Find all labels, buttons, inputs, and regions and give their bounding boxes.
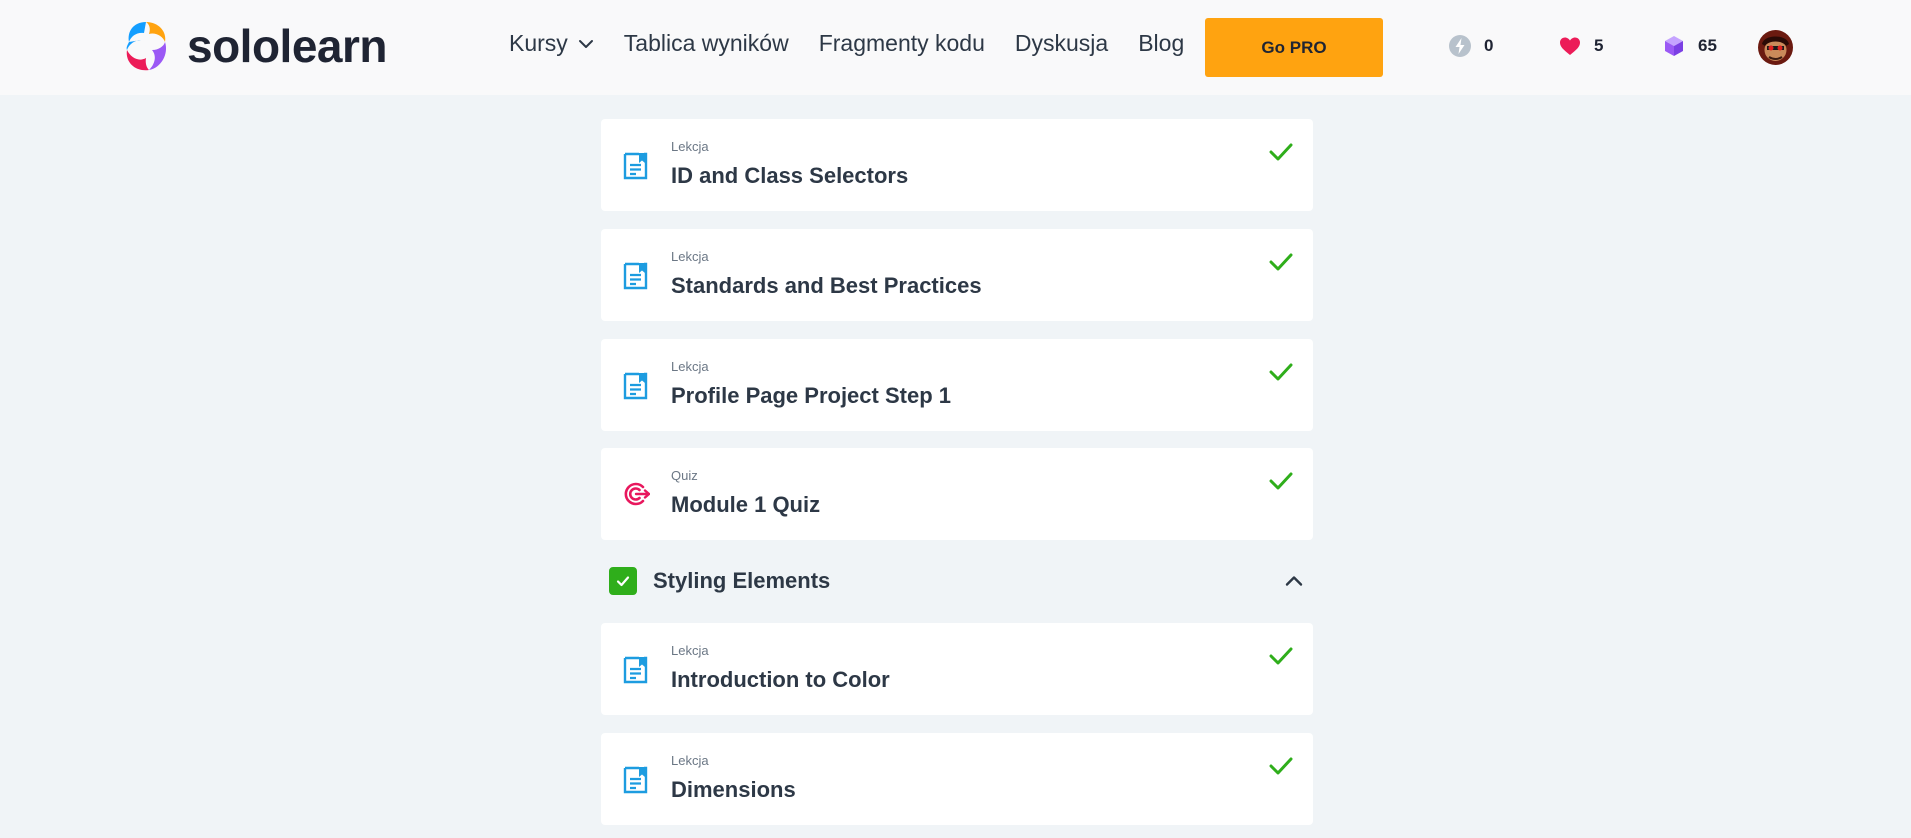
lesson-icon [623, 766, 648, 794]
check-icon [1269, 363, 1293, 381]
cube-icon [1665, 36, 1683, 56]
check-icon [1269, 757, 1293, 775]
lesson-title: Dimensions [671, 777, 796, 802]
lesson-card[interactable]: Lekcja Standards and Best Practices [601, 229, 1313, 321]
lesson-type: Lekcja [671, 249, 709, 264]
main-nav: Kursy Tablica wyników Fragmenty kodu Dys… [509, 30, 1214, 57]
lesson-type: Lekcja [671, 753, 709, 768]
lesson-type: Lekcja [671, 139, 709, 154]
chevron-up-icon[interactable] [1283, 570, 1305, 592]
check-icon [1269, 253, 1293, 271]
lesson-title: ID and Class Selectors [671, 163, 909, 188]
streak-count: 0 [1484, 36, 1494, 55]
hearts-counter[interactable]: 5 [1558, 34, 1603, 58]
check-icon [1269, 472, 1293, 490]
lesson-icon [623, 372, 648, 400]
nav-courses-label: Kursy [509, 30, 568, 56]
lightning-icon [1449, 35, 1471, 57]
lesson-icon [623, 656, 648, 684]
module-section-header[interactable]: Styling Elements [601, 558, 1313, 604]
nav-code-snippets[interactable]: Fragmenty kodu [819, 30, 985, 57]
quiz-target-icon [624, 482, 650, 506]
lesson-title: Introduction to Color [671, 667, 890, 692]
streak-counter[interactable]: 0 [1448, 34, 1493, 58]
avatar[interactable] [1758, 30, 1793, 65]
avatar-image [1758, 30, 1793, 65]
hearts-count: 5 [1594, 36, 1604, 55]
lesson-icon [623, 262, 648, 290]
lesson-card[interactable]: Lekcja Profile Page Project Step 1 [601, 339, 1313, 431]
nav-blog[interactable]: Blog [1138, 30, 1184, 57]
lesson-card[interactable]: Lekcja ID and Class Selectors [601, 119, 1313, 211]
quiz-card[interactable]: Quiz Module 1 Quiz [601, 448, 1313, 540]
lesson-type: Lekcja [671, 359, 709, 374]
section-complete-checkbox [609, 567, 637, 595]
go-pro-button[interactable]: Go PRO [1205, 18, 1383, 77]
lesson-icon [623, 152, 648, 180]
top-navbar: sololearn Kursy Tablica wyników Fragment… [0, 0, 1911, 95]
chevron-down-icon [578, 39, 593, 48]
sololearn-logo[interactable]: sololearn [119, 18, 388, 74]
nav-courses[interactable]: Kursy [509, 30, 594, 57]
lesson-title: Profile Page Project Step 1 [671, 383, 951, 408]
lesson-type: Quiz [671, 468, 698, 483]
lesson-title: Module 1 Quiz [671, 492, 821, 517]
sololearn-logo-icon [126, 22, 167, 71]
lesson-card[interactable]: Lekcja Dimensions [601, 733, 1313, 825]
nav-leaderboard[interactable]: Tablica wyników [624, 30, 789, 57]
bits-count: 65 [1698, 36, 1717, 55]
lesson-type: Lekcja [671, 643, 709, 658]
check-icon [1269, 647, 1293, 665]
check-icon [1269, 143, 1293, 161]
nav-discussion[interactable]: Dyskusja [1015, 30, 1108, 57]
lesson-card[interactable]: Lekcja Introduction to Color [601, 623, 1313, 715]
section-title: Styling Elements [653, 568, 831, 593]
check-icon [616, 576, 630, 587]
logo-text: sololearn [187, 20, 388, 72]
heart-icon [1560, 37, 1580, 55]
lesson-title: Standards and Best Practices [671, 273, 982, 298]
bits-counter[interactable]: 65 [1662, 34, 1717, 58]
